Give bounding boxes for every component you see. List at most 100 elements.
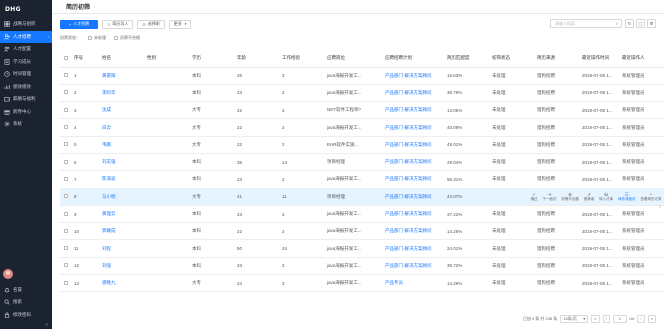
first-page-button[interactable]: « xyxy=(591,314,600,323)
table-cell[interactable]: 刘志强 xyxy=(100,153,145,172)
table-cell[interactable]: 白云 xyxy=(100,118,145,137)
table-cell[interactable]: 刘强 xyxy=(100,257,145,276)
table-cell[interactable]: 马小明 xyxy=(100,188,145,206)
table-cell[interactable]: 陈海波 xyxy=(100,170,145,189)
table-cell[interactable]: 沈成 xyxy=(100,101,145,120)
last-page-button[interactable]: » xyxy=(647,314,656,323)
table-cell[interactable]: 产品专员 xyxy=(383,274,445,293)
select-all-checkbox-cell[interactable] xyxy=(60,50,72,68)
row-checkbox-cell[interactable] xyxy=(60,101,72,120)
row-checkbox[interactable] xyxy=(64,280,68,285)
sidebar-item-center[interactable]: 跨界中心 xyxy=(0,106,52,119)
table-cell[interactable]: 刘程 xyxy=(100,239,145,258)
sidebar-item-time[interactable]: 时间管理 xyxy=(0,68,52,81)
row-checkbox-cell[interactable] xyxy=(60,222,72,241)
table-cell[interactable]: 骆晚九 xyxy=(100,274,145,293)
table-row[interactable]: 9 黄理云 本科 23 2 java海报开发工... 产品部门-解决方案顾问 37.22% 未处… xyxy=(60,205,664,224)
select-job-button[interactable]: ⊙ 选择职 xyxy=(137,19,165,29)
row-action-0[interactable]: ✓ 通过 xyxy=(530,192,537,202)
more-button[interactable]: 更多 ▾ xyxy=(168,19,192,29)
next-page-button[interactable]: › xyxy=(637,314,645,323)
table-cell[interactable]: 产品部门-解决方案顾问 xyxy=(383,222,445,241)
table-cell[interactable]: 韦鹏 xyxy=(100,136,145,154)
table-cell[interactable]: 黄理云 xyxy=(100,205,145,224)
filter-unprocessed-checkbox[interactable] xyxy=(88,36,92,40)
sidebar-item-password[interactable]: 修改密码 xyxy=(0,309,52,322)
row-action-3[interactable]: ⇗ 推荐者 xyxy=(584,192,595,202)
row-checkbox[interactable] xyxy=(64,125,68,130)
sidebar-item-notice[interactable]: 名誉 xyxy=(0,284,52,297)
row-checkbox-cell[interactable] xyxy=(60,188,72,206)
row-checkbox-cell[interactable] xyxy=(60,257,72,276)
sidebar-item-search[interactable]: 搜索 xyxy=(0,296,52,309)
row-checkbox[interactable] xyxy=(64,176,68,181)
table-cell[interactable]: 产品部门-解决方案顾问 xyxy=(383,257,445,276)
column-header[interactable]: 应聘岗位 xyxy=(325,50,383,68)
row-checkbox-cell[interactable] xyxy=(60,239,72,258)
column-header[interactable]: 应聘招聘计划 xyxy=(383,50,445,68)
table-cell[interactable]: 产品部门-解决方案顾问 xyxy=(383,84,445,103)
row-checkbox[interactable] xyxy=(64,159,68,164)
table-row[interactable]: 1 黄雷辉 本科 25 3 java海报开发工... 产品部门-解决方案顾问 15.63% 未处… xyxy=(60,67,664,85)
row-checkbox[interactable] xyxy=(64,228,68,233)
row-checkbox-cell[interactable] xyxy=(60,153,72,172)
sidebar-item-strategy[interactable]: 战略与组织 xyxy=(0,18,52,31)
chevron-right-icon[interactable]: › xyxy=(659,204,661,210)
table-row[interactable]: 2 李阿华 本科 23 2 java海报开发工... 产品部门-解决方案顾问 38.79% 未处… xyxy=(60,84,664,103)
table-cell[interactable]: 产品部门-解决方案顾问 xyxy=(383,188,445,206)
filter-failed-checkbox[interactable] xyxy=(114,36,118,40)
sidebar-item-compensation[interactable]: 薪酬与福利 xyxy=(0,93,52,106)
row-checkbox[interactable] xyxy=(64,107,68,112)
row-checkbox-cell[interactable] xyxy=(60,118,72,137)
table-row[interactable]: 12 刘强 本科 23 2 java海报开发工... 产品部门-解决方案顾问 39.72% 未处… xyxy=(60,257,664,276)
column-header[interactable]: 序号 xyxy=(72,50,100,68)
copy-button[interactable]: ▢ xyxy=(636,19,645,28)
table-row[interactable]: 4 白云 大专 22 2 java海报开发工... 产品部门-解决方案顾问 40.09% 未处理… xyxy=(60,118,664,137)
table-cell[interactable]: 产品部门-解决方案顾问 xyxy=(383,170,445,189)
settings-button[interactable]: ⚙ xyxy=(647,19,656,28)
table-cell[interactable]: 产品部门-解决方案顾问 xyxy=(383,118,445,137)
row-checkbox-cell[interactable] xyxy=(60,205,72,224)
row-action-4[interactable]: ⛁ 转入才库 xyxy=(599,192,613,202)
table-row[interactable]: 13 骆晚九 大专 24 3 java海报开发工... 产品专员 14.29% 未处理 猎狗招聘 2… xyxy=(60,274,664,293)
row-checkbox-cell[interactable] xyxy=(60,136,72,154)
column-header[interactable]: 工作经验 xyxy=(280,50,325,68)
table-cell[interactable]: 郭耀成 xyxy=(100,222,145,241)
prev-page-button[interactable]: ‹ xyxy=(602,314,610,323)
row-action-1[interactable]: ⇥ 下一面试 xyxy=(542,192,556,202)
column-header[interactable]: 简历匹配度 xyxy=(445,50,490,68)
column-header[interactable]: 年龄 xyxy=(235,50,280,68)
column-header[interactable]: 学历 xyxy=(190,50,235,68)
column-header[interactable]: 最近操作人 xyxy=(620,50,664,68)
row-checkbox[interactable] xyxy=(64,90,68,95)
table-row[interactable]: 6 刘志强 本科 38 14 项目经理 产品部门-解决方案顾问 29.04% 未处理 猎狗招聘 20… xyxy=(60,153,664,172)
table-row[interactable]: 11 刘程 本科 50 24 java海报开发工... 产品部门-解决方案顾问 24.01% 未… xyxy=(60,239,664,258)
row-checkbox[interactable] xyxy=(64,211,68,216)
row-checkbox-cell[interactable] xyxy=(60,84,72,103)
table-cell[interactable]: 黄雷辉 xyxy=(100,67,145,85)
column-header[interactable]: 最近操作时间 xyxy=(580,50,620,68)
sidebar-item-system[interactable]: 系统 xyxy=(0,118,52,131)
row-checkbox[interactable] xyxy=(64,246,68,251)
sidebar-item-performance[interactable]: 绩效绩效 xyxy=(0,81,52,94)
sidebar-item-config[interactable]: 人才配置 xyxy=(0,43,52,56)
table-cell[interactable]: 产品部门-解决方案顾问 xyxy=(383,67,445,85)
collapse-sidebar-button[interactable]: « xyxy=(0,321,52,329)
column-header[interactable]: 初筛状态 xyxy=(490,50,535,68)
refresh-button[interactable]: ↻ xyxy=(625,19,634,28)
page-number-input[interactable]: 1 xyxy=(612,314,627,323)
avatar[interactable] xyxy=(3,268,13,279)
select-all-checkbox[interactable] xyxy=(64,55,68,60)
row-action-5[interactable]: ☰ 转作成面试 xyxy=(618,192,636,202)
sidebar-item-learning[interactable]: 学习成长 xyxy=(0,56,52,69)
search-input[interactable]: 请输入搜索... ⌕ xyxy=(550,19,622,28)
table-cell[interactable]: 产品部门-解决方案顾问 xyxy=(383,205,445,224)
table-cell[interactable]: 李阿华 xyxy=(100,84,145,103)
row-checkbox-cell[interactable] xyxy=(60,274,72,293)
table-cell[interactable]: 产品部门-解决方案顾问 xyxy=(383,153,445,172)
column-header[interactable]: 姓名 xyxy=(100,50,145,68)
table-row[interactable]: 3 沈成 大专 22 2 NET软件工程师? 产品部门-解决方案顾问 13.05% 未处理 猎狗招… xyxy=(60,101,664,120)
row-checkbox[interactable] xyxy=(64,263,68,268)
page-size-select[interactable]: 15条/页 ▾ xyxy=(560,314,589,323)
sidebar-item-recruit[interactable]: 人才招聘 › xyxy=(0,30,52,43)
